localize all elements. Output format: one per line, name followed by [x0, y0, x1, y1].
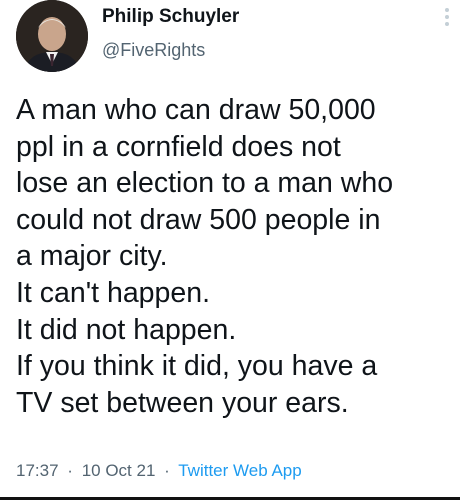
- tweet-meta: 17:37 · 10 Oct 21 · Twitter Web App: [16, 461, 302, 481]
- tweet-line: a major city.: [16, 240, 168, 273]
- tweet-line: A man who can draw 50,000: [16, 94, 376, 126]
- meta-separator: ·: [67, 461, 73, 480]
- tweet: Philip Schuyler @FiveRights A man who ca…: [0, 0, 460, 500]
- tweet-line: lose an election to a man who: [16, 167, 394, 200]
- tweet-line: It did not happen.: [16, 313, 237, 346]
- tweet-line: ppl in a cornfield does not: [16, 130, 341, 163]
- tweet-line: It can't happen.: [16, 276, 211, 309]
- more-options-icon[interactable]: [442, 8, 452, 32]
- tweet-line: could not draw 500 people in: [16, 203, 381, 236]
- profile-photo-icon: [16, 0, 88, 72]
- avatar[interactable]: [16, 0, 88, 72]
- tweet-text: A man who can draw 50,000 ppl in a cornf…: [16, 92, 454, 421]
- tweet-line: TV set between your ears.: [16, 386, 349, 419]
- tweet-time[interactable]: 17:37: [16, 461, 59, 480]
- meta-separator: ·: [164, 461, 170, 480]
- author-display-name[interactable]: Philip Schuyler: [102, 6, 239, 28]
- tweet-line: If you think it did, you have a: [16, 350, 378, 383]
- author-handle[interactable]: @FiveRights: [102, 40, 205, 61]
- tweet-date[interactable]: 10 Oct 21: [82, 461, 156, 480]
- tweet-source-link[interactable]: Twitter Web App: [178, 461, 301, 480]
